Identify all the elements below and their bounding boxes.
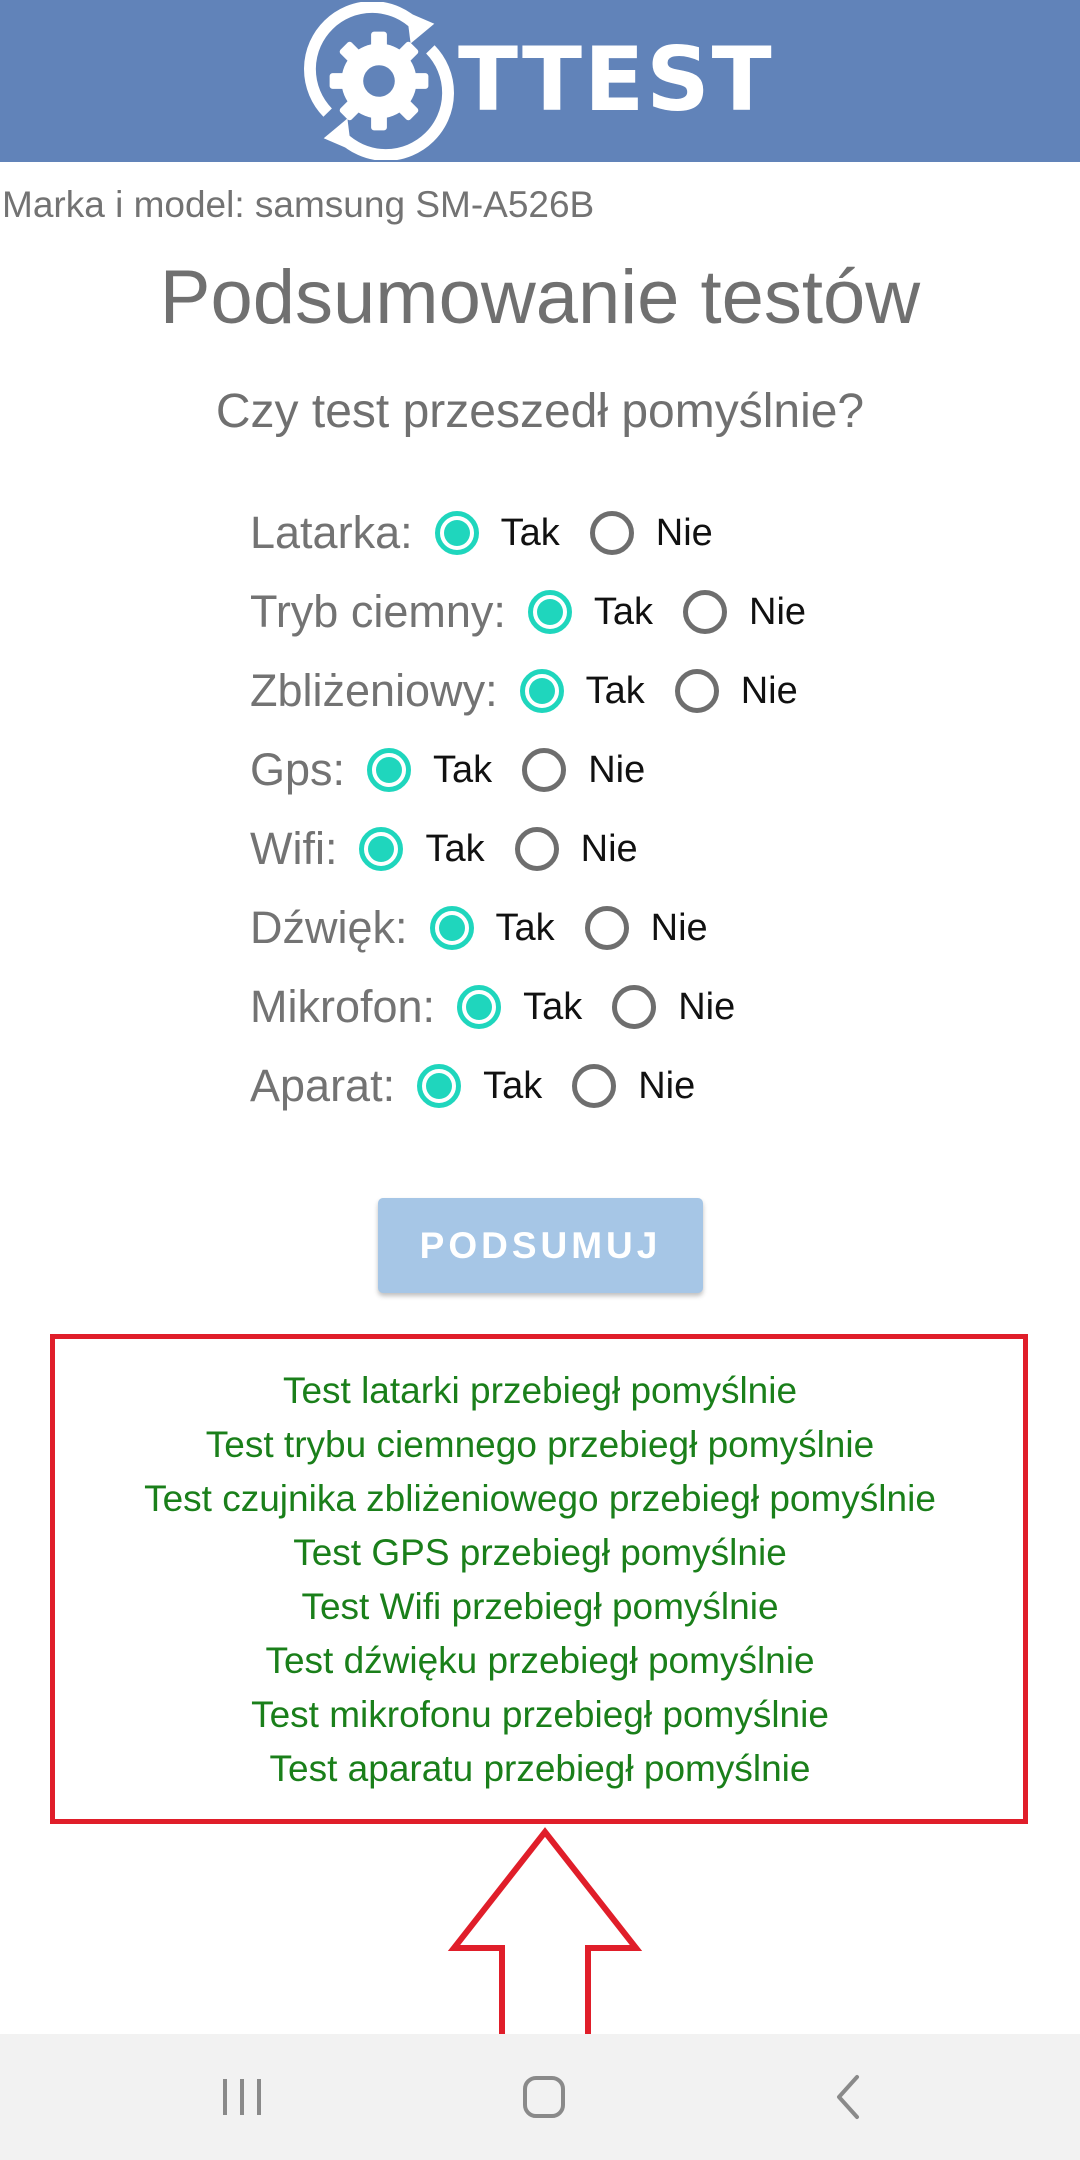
result-item: Test dźwięku przebiegł pomyślnie: [265, 1640, 815, 1681]
result-item: Test czujnika zbliżeniowego przebiegł po…: [144, 1478, 936, 1519]
radio-yes-aparat[interactable]: Tak: [417, 1064, 572, 1108]
result-item: Test aparatu przebiegł pomyślnie: [269, 1748, 811, 1789]
radio-unchecked-icon[interactable]: [612, 985, 657, 1029]
radio-unchecked-icon[interactable]: [683, 590, 728, 634]
radio-no-label: Nie: [678, 985, 736, 1028]
test-label: Gps:: [250, 744, 346, 795]
back-icon: [837, 2075, 859, 2119]
radio-yes-tryb-ciemny[interactable]: Tak: [527, 590, 683, 634]
result-item: Test Wifi przebiegł pomyślnie: [301, 1586, 779, 1627]
radio-yes-label: Tak: [585, 669, 645, 712]
radio-no-tryb-ciemny[interactable]: Nie: [683, 590, 836, 634]
test-row-mikrofon: Mikrofon: Tak Nie: [250, 972, 765, 1042]
test-row-aparat: Aparat: Tak Nie: [250, 1051, 725, 1121]
radio-checked-icon[interactable]: [527, 590, 572, 634]
result-item: Test mikrofonu przebiegł pomyślnie: [251, 1694, 829, 1735]
system-navigation-bar: [0, 2034, 1080, 2160]
test-row-dzwiek: Dźwięk: Tak Nie: [250, 893, 738, 963]
radio-unchecked-icon[interactable]: [522, 748, 567, 792]
radio-yes-mikrofon[interactable]: Tak: [457, 985, 612, 1029]
radio-yes-label: Tak: [433, 748, 493, 791]
test-label: Wifi:: [250, 823, 338, 874]
test-label: Zbliżeniowy:: [250, 665, 498, 716]
recent-apps-button[interactable]: [182, 2034, 302, 2160]
gear-sync-logo-icon: [304, 2, 454, 160]
radio-yes-wifi[interactable]: Tak: [359, 827, 514, 871]
results-list: Test latarki przebiegł pomyślnie Test tr…: [0, 1364, 1080, 1796]
summarize-button[interactable]: PODSUMUJ: [378, 1198, 703, 1293]
device-model-label: Marka i model: samsung SM-A526B: [2, 184, 595, 225]
radio-yes-gps[interactable]: Tak: [367, 748, 522, 792]
test-row-gps: Gps: Tak Nie: [250, 735, 675, 805]
radio-yes-label: Tak: [425, 827, 485, 870]
radio-checked-icon[interactable]: [457, 985, 502, 1029]
test-label: Latarka:: [250, 507, 413, 558]
annotation-arrow-icon: [447, 1827, 643, 2063]
radio-no-label: Nie: [740, 669, 798, 712]
radio-yes-label: Tak: [495, 906, 555, 949]
radio-no-gps[interactable]: Nie: [522, 748, 675, 792]
home-button[interactable]: [484, 2034, 604, 2160]
radio-unchecked-icon[interactable]: [674, 669, 719, 713]
test-label: Tryb ciemny:: [250, 586, 506, 637]
radio-no-label: Nie: [588, 748, 646, 791]
radio-no-wifi[interactable]: Nie: [514, 827, 668, 871]
radio-yes-label: Tak: [483, 1064, 543, 1107]
radio-no-label: Nie: [655, 511, 713, 554]
radio-yes-latarka[interactable]: Tak: [434, 511, 590, 555]
radio-checked-icon[interactable]: [434, 511, 479, 555]
home-icon: [523, 2076, 565, 2118]
radio-no-label: Nie: [638, 1064, 696, 1107]
recent-apps-icon: [223, 2079, 261, 2115]
test-row-tryb-ciemny: Tryb ciemny: Tak Nie: [250, 577, 836, 647]
page-title: Podsumowanie testów: [159, 255, 921, 340]
radio-checked-icon[interactable]: [519, 669, 564, 713]
radio-yes-label: Tak: [593, 590, 654, 633]
test-row-wifi: Wifi: Tak Nie: [250, 814, 668, 884]
test-row-zblizeniowy: Zbliżeniowy: Tak Nie: [250, 656, 828, 726]
radio-yes-dzwiek[interactable]: Tak: [429, 906, 585, 950]
radio-unchecked-icon[interactable]: [584, 906, 629, 950]
radio-no-mikrofon[interactable]: Nie: [612, 985, 765, 1029]
radio-yes-label: Tak: [523, 985, 583, 1028]
app-logo-text: TTEST: [458, 28, 774, 131]
result-item: Test GPS przebiegł pomyślnie: [293, 1532, 787, 1573]
radio-no-latarka[interactable]: Nie: [589, 511, 743, 555]
radio-no-zblizeniowy[interactable]: Nie: [674, 669, 828, 713]
radio-unchecked-icon[interactable]: [572, 1064, 617, 1108]
radio-no-aparat[interactable]: Nie: [572, 1064, 725, 1108]
result-item: Test latarki przebiegł pomyślnie: [282, 1370, 798, 1411]
radio-no-label: Nie: [749, 590, 807, 633]
test-label: Dźwięk:: [250, 902, 408, 953]
radio-yes-label: Tak: [500, 511, 560, 554]
radio-checked-icon[interactable]: [417, 1064, 462, 1108]
question-text: Czy test przeszedł pomyślnie?: [215, 385, 865, 438]
radio-unchecked-icon[interactable]: [514, 827, 559, 871]
radio-no-dzwiek[interactable]: Nie: [584, 906, 738, 950]
back-button[interactable]: [788, 2034, 908, 2160]
radio-unchecked-icon[interactable]: [589, 511, 634, 555]
test-label: Mikrofon:: [250, 981, 436, 1032]
radio-checked-icon[interactable]: [367, 748, 412, 792]
app-header: TTEST: [0, 0, 1080, 162]
test-row-latarka: Latarka: Tak Nie: [250, 498, 743, 568]
result-item: Test trybu ciemnego przebiegł pomyślnie: [205, 1424, 875, 1465]
test-label: Aparat:: [250, 1060, 396, 1111]
radio-no-label: Nie: [580, 827, 638, 870]
radio-yes-zblizeniowy[interactable]: Tak: [519, 669, 675, 713]
radio-checked-icon[interactable]: [359, 827, 404, 871]
radio-no-label: Nie: [650, 906, 708, 949]
radio-checked-icon[interactable]: [429, 906, 474, 950]
